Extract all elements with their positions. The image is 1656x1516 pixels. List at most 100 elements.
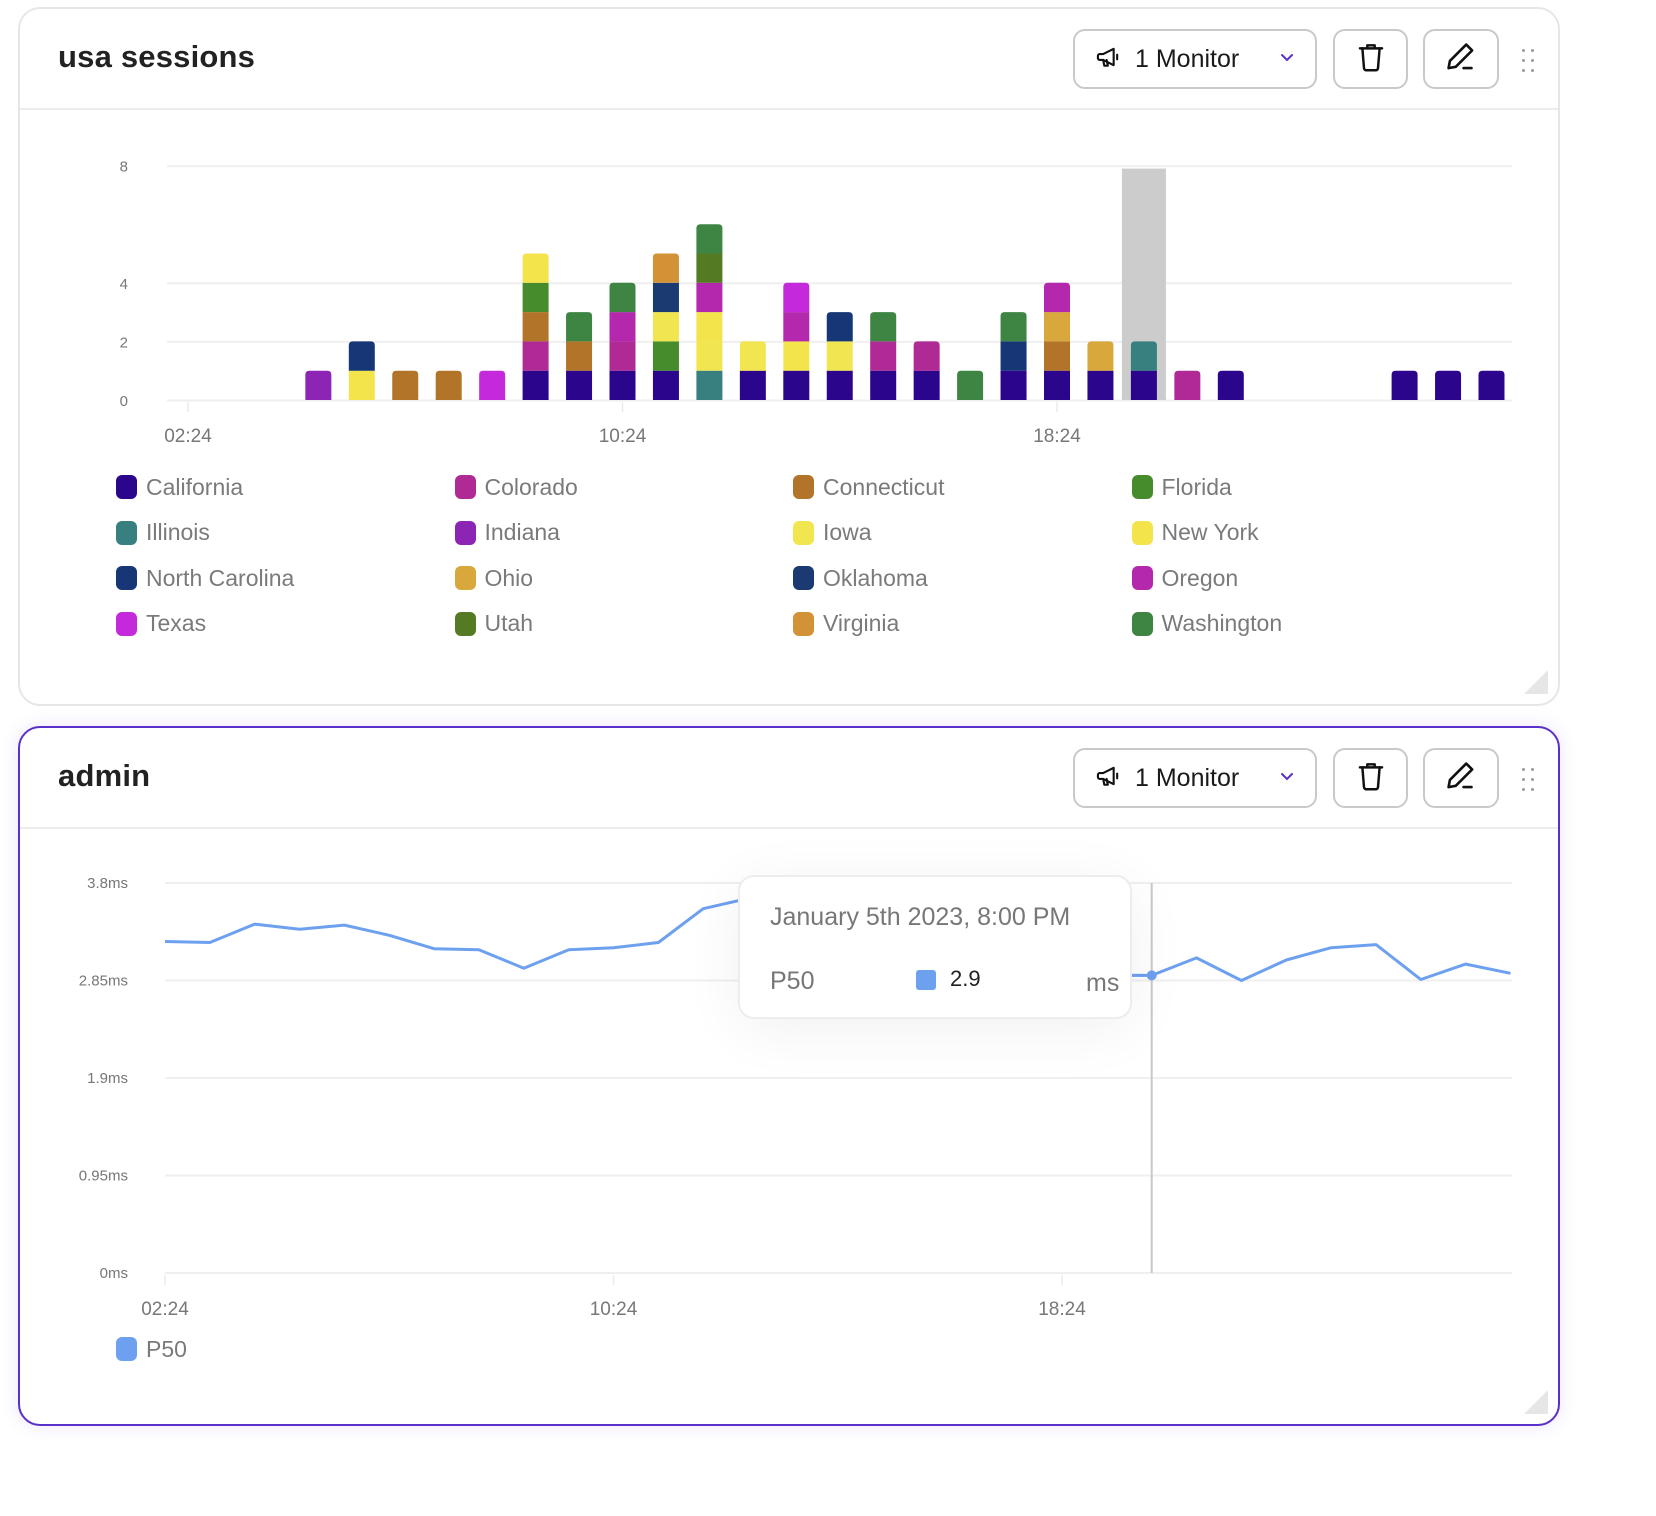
legend-item[interactable]: Utah (454, 610, 533, 637)
legend-swatch (793, 611, 814, 636)
x-tick-label: 10:24 (590, 1299, 638, 1320)
drag-handle-icon[interactable] (1520, 766, 1536, 794)
x-tick-label: 18:24 (1038, 1299, 1086, 1320)
delete-button[interactable] (1333, 29, 1408, 89)
legend-swatch (793, 520, 814, 545)
bar-segment (652, 253, 679, 283)
bar-segment (1130, 370, 1157, 400)
legend-item[interactable]: Iowa (793, 519, 872, 546)
legend-label: Connecticut (823, 473, 945, 500)
y-tick-label: 0ms (100, 1265, 128, 1282)
bar-stack (1174, 370, 1201, 400)
legend-item[interactable]: New York (1131, 519, 1259, 546)
bar-stack (522, 253, 549, 400)
bar-segment (522, 253, 549, 283)
tooltip-value: 2.9 (950, 966, 981, 991)
hover-point (1146, 970, 1157, 981)
bar-stack (1478, 370, 1505, 400)
legend-item[interactable]: Ohio (454, 564, 534, 591)
bar-segment (696, 341, 723, 371)
legend-item[interactable]: Colorado (454, 474, 578, 500)
legend-swatch (793, 566, 814, 590)
bar-segment (609, 370, 636, 400)
bar-segment (826, 341, 853, 371)
bar-stack (652, 253, 679, 400)
bar-segment (1087, 370, 1114, 400)
chevron-down-icon (1279, 768, 1295, 789)
delete-button[interactable] (1333, 748, 1408, 808)
bar-segment (696, 370, 723, 400)
tooltip-series-swatch (916, 970, 936, 990)
bar-segment (435, 370, 462, 400)
legend-item[interactable]: Florida (1131, 473, 1232, 500)
bar-stack (826, 312, 853, 400)
legend-swatch (454, 566, 476, 590)
tooltip-series-name: P50 (770, 967, 815, 995)
legend-item[interactable]: Illinois (116, 519, 210, 546)
chart-legend: P50 (116, 1336, 516, 1366)
bar-stack (566, 312, 593, 400)
pencil-icon (1444, 759, 1478, 798)
bar-segment (609, 282, 636, 313)
legend-swatch (1131, 520, 1153, 545)
legend-item[interactable]: California (116, 474, 243, 500)
legend-item[interactable]: Texas (116, 610, 207, 637)
widget-card-usa-sessions: usa sessions 1 Monitor 0248 02:24 10:24 … (18, 7, 1560, 706)
card-title: usa sessions (58, 39, 256, 74)
bar-segment (1000, 370, 1027, 400)
legend-label: Texas (146, 610, 207, 636)
bar-stack (609, 282, 636, 400)
megaphone-icon (1095, 43, 1123, 76)
bar-segment (913, 341, 940, 371)
bar-segment (739, 341, 766, 371)
resize-handle-icon[interactable] (1524, 1390, 1548, 1414)
pencil-icon (1444, 40, 1478, 79)
legend-swatch (454, 520, 476, 545)
bar-stack (696, 224, 723, 400)
y-tick-label: 4 (120, 276, 128, 293)
y-tick-label: 2 (120, 334, 128, 351)
card-header: admin 1 Monitor (20, 728, 1558, 829)
bar-segment (305, 370, 332, 400)
bar-segment (479, 370, 506, 400)
bar-segment (739, 370, 766, 400)
legend-label: Ohio (484, 564, 534, 591)
edit-button[interactable] (1423, 29, 1499, 89)
bar-segment (1478, 370, 1505, 400)
monitor-count-label: 1 Monitor (1135, 44, 1240, 73)
legend-item[interactable]: Washington (1131, 610, 1282, 637)
bar-stack (957, 370, 984, 400)
legend-label: Iowa (823, 519, 872, 545)
bar-stack (348, 341, 375, 400)
bar-segment (566, 370, 593, 400)
tooltip-unit: ms (1086, 969, 1120, 997)
legend-swatch (1131, 475, 1153, 499)
monitor-dropdown-button[interactable]: 1 Monitor (1073, 748, 1317, 808)
x-tick-label: 02:24 (141, 1299, 189, 1320)
legend-item[interactable]: North Carolina (116, 565, 294, 591)
monitor-count-label: 1 Monitor (1135, 763, 1240, 792)
legend-item[interactable]: Connecticut (793, 474, 944, 500)
bar-segment (1217, 370, 1244, 400)
resize-handle-icon[interactable] (1524, 670, 1548, 694)
bar-segment (1174, 370, 1201, 400)
bar-segment (1000, 312, 1027, 342)
legend-item[interactable]: Virginia (793, 610, 900, 637)
bar-segment (826, 370, 853, 400)
legend-item[interactable]: P50 (116, 1336, 187, 1362)
legend-label: Florida (1161, 473, 1232, 500)
drag-handle-icon[interactable] (1520, 47, 1536, 75)
y-tick-label: 8 (120, 159, 128, 176)
legend-item[interactable]: Oklahoma (793, 565, 928, 591)
x-tick-label: 10:24 (599, 426, 647, 447)
legend-swatch (116, 1337, 137, 1361)
edit-button[interactable] (1423, 748, 1499, 808)
legend-item[interactable]: Oregon (1131, 565, 1238, 591)
legend-label: Virginia (823, 610, 900, 636)
chart-legend: California Colorado Connecticut Florida Illi… (116, 473, 1516, 637)
bar-segment (1435, 370, 1462, 400)
bar-segment (609, 341, 636, 371)
legend-item[interactable]: Indiana (454, 519, 560, 546)
bar-segment (1044, 370, 1070, 400)
monitor-dropdown-button[interactable]: 1 Monitor (1073, 29, 1317, 89)
